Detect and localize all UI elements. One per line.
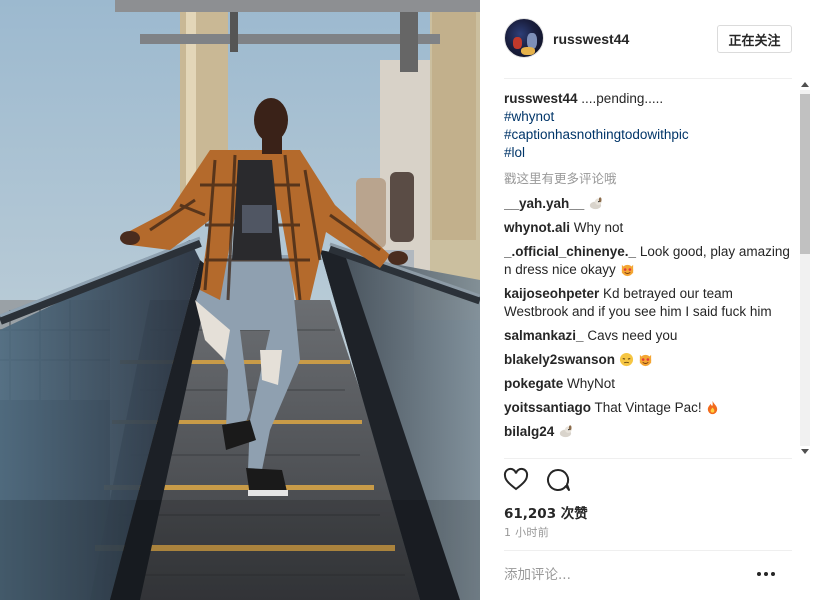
comment-username[interactable]: kaijoseohpeter (504, 286, 599, 301)
avatar[interactable] (504, 18, 544, 58)
comment-item: blakely2swanson (504, 351, 792, 369)
comment-text: Cavs need you (583, 328, 678, 343)
comment-text: WhyNot (563, 376, 616, 391)
cat-heart-eyes-emoji-icon (621, 264, 633, 277)
comment-item: yoitssantiago That Vintage Pac! (504, 399, 792, 417)
header-username[interactable]: russwest44 (553, 31, 629, 47)
comment-text: That Vintage Pac! (591, 400, 706, 415)
comment-item: kaijoseohpeter Kd betrayed our team West… (504, 285, 792, 321)
more-options-icon[interactable] (752, 564, 780, 584)
comment-username[interactable]: __yah.yah__ (504, 196, 584, 211)
comment-username[interactable]: yoitssantiago (504, 400, 591, 415)
action-bar (502, 466, 572, 496)
comment-item: __yah.yah__ (504, 195, 792, 213)
comment-username[interactable]: _.official_chinenye._ (504, 244, 636, 259)
heart-outline-icon[interactable] (502, 466, 530, 494)
scroll-down-arrow-icon[interactable] (801, 449, 809, 454)
fire-emoji-icon (708, 400, 718, 415)
comment-username[interactable]: bilalg24 (504, 424, 554, 439)
comment-item: salmankazi_ Cavs need you (504, 327, 792, 345)
add-comment-input[interactable] (504, 566, 734, 584)
following-button[interactable]: 正在关注 (717, 25, 792, 53)
escalator-photo (0, 0, 480, 600)
comment-item: whynot.ali Why not (504, 219, 792, 237)
comments-list[interactable]: russwest44 ....pending..... #whynot #cap… (504, 90, 792, 458)
speech-bubble-icon[interactable] (544, 466, 572, 494)
hashtag-captionhasnothingtodowithpic[interactable]: #captionhasnothingtodowithpic (504, 126, 792, 144)
footer-divider (504, 550, 792, 551)
comment-text: Why not (570, 220, 624, 235)
post-timestamp[interactable]: 1 小时前 (504, 524, 549, 540)
pensive-face-emoji-icon (619, 352, 633, 367)
instagram-post: russwest44 正在关注 russwest44 ....pending..… (0, 0, 813, 600)
load-more-comments[interactable]: 戳这里有更多评论哦 (504, 170, 792, 188)
comment-item: bilalg24 (504, 423, 792, 441)
caption: russwest44 ....pending..... #whynot #cap… (504, 90, 792, 162)
dog-emoji-icon (559, 425, 572, 438)
comments-scrollbar[interactable] (797, 80, 813, 456)
likes-count[interactable]: 61,203 次赞 (504, 502, 588, 522)
dog-emoji-icon (589, 197, 602, 210)
comments-divider (504, 458, 792, 459)
comment-item: pokegate WhyNot (504, 375, 792, 393)
comment-username[interactable]: blakely2swanson (504, 352, 615, 367)
comment-item: _.official_chinenye._ Look good, play am… (504, 243, 792, 279)
header-divider (504, 78, 792, 79)
cat-heart-eyes-emoji-icon (639, 354, 651, 367)
comment-username[interactable]: pokegate (504, 376, 563, 391)
scroll-up-arrow-icon[interactable] (801, 82, 809, 87)
post-details-panel: russwest44 正在关注 russwest44 ....pending..… (480, 0, 813, 600)
scrollbar-thumb[interactable] (800, 94, 810, 254)
post-photo[interactable] (0, 0, 480, 600)
hashtag-whynot[interactable]: #whynot (504, 108, 792, 126)
caption-username[interactable]: russwest44 (504, 91, 578, 106)
post-header: russwest44 正在关注 (480, 0, 813, 78)
comment-username[interactable]: whynot.ali (504, 220, 570, 235)
comment-username[interactable]: salmankazi_ (504, 328, 584, 343)
hashtag-lol[interactable]: #lol (504, 144, 792, 162)
caption-text: ....pending..... (577, 91, 664, 106)
